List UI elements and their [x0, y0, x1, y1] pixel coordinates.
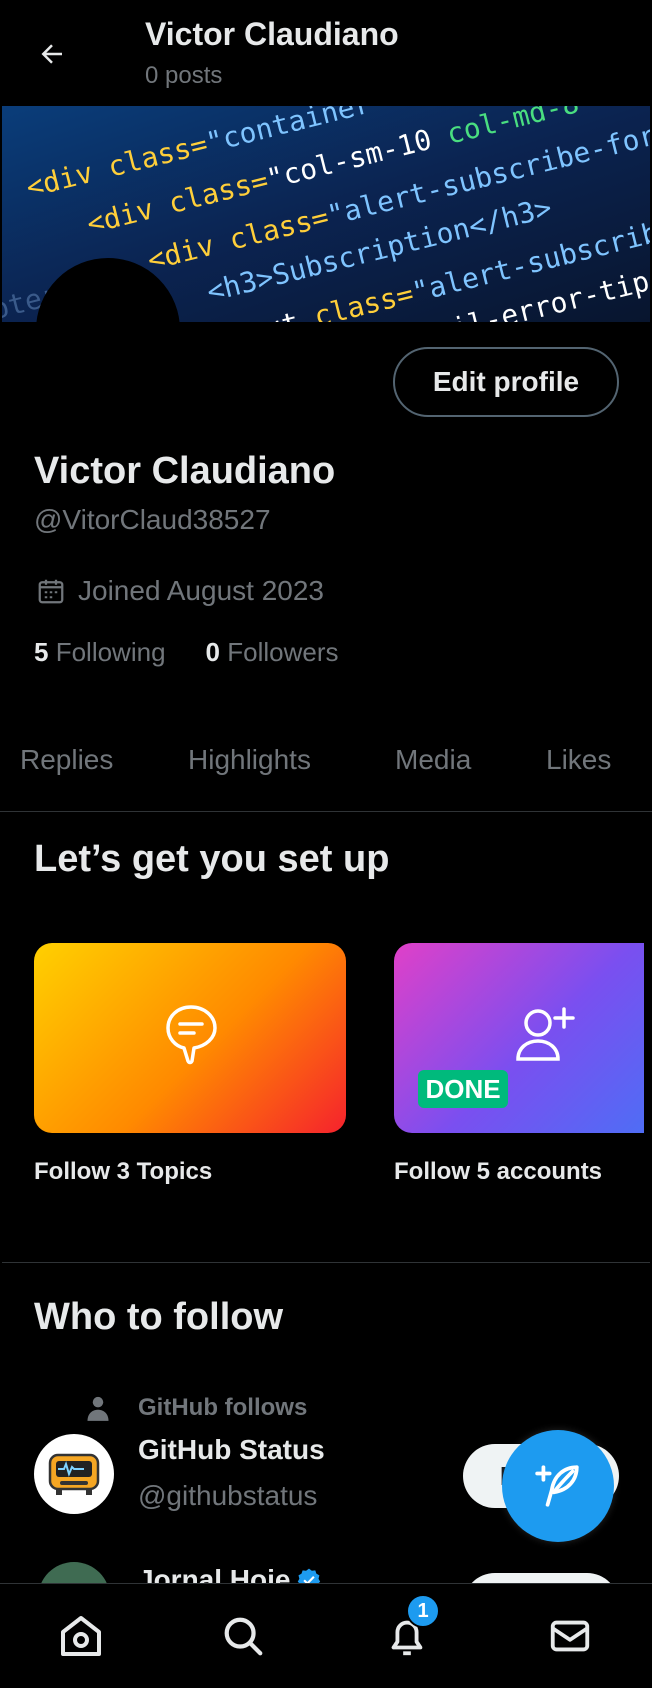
person-icon [84, 1394, 112, 1427]
nav-search[interactable] [207, 1600, 279, 1672]
follow-stats: 5 Following 0 Followers [34, 637, 338, 668]
calendar-icon [38, 579, 64, 604]
follow-topics-card[interactable] [34, 943, 346, 1133]
edit-profile-button[interactable]: Edit profile [393, 347, 619, 417]
following-count: 5 [34, 637, 49, 667]
feather-plus-icon [535, 1465, 579, 1507]
arrow-left-icon [41, 44, 62, 64]
header-title: Victor Claudiano [145, 16, 399, 52]
bottom-navigation: 1 [0, 1583, 652, 1688]
search-icon [224, 1617, 263, 1656]
follow-accounts-label: Follow 5 accounts [394, 1158, 603, 1185]
nav-home[interactable] [45, 1600, 117, 1672]
github-status-avatar[interactable] [34, 1434, 114, 1514]
social-context-text: GitHub follows [138, 1394, 308, 1421]
follow-accounts-card[interactable]: DONE [394, 943, 644, 1133]
setup-section-title: Let’s get you set up [34, 838, 390, 880]
home-icon [61, 1616, 101, 1656]
joined-date-text: Joined August 2023 [78, 575, 324, 606]
topic-bubble-icon [164, 1003, 218, 1067]
following-label: Following [55, 637, 166, 667]
back-button[interactable] [30, 32, 74, 76]
joined-date: Joined August 2023 [36, 575, 324, 607]
follow-topics-label: Follow 3 Topics [34, 1158, 213, 1185]
tab-media[interactable]: Media [395, 728, 471, 792]
profile-avatar[interactable] [36, 258, 180, 402]
messages-icon [550, 1620, 590, 1652]
followers-count: 0 [205, 637, 220, 667]
notification-count-badge: 1 [406, 1594, 440, 1628]
following-link[interactable]: 5 Following [34, 637, 166, 668]
compose-post-button[interactable] [502, 1430, 614, 1542]
nav-messages[interactable] [534, 1600, 606, 1672]
suggestion-handle: @githubstatus [138, 1480, 318, 1511]
who-to-follow-title: Who to follow [34, 1296, 284, 1338]
person-add-icon [514, 1005, 578, 1065]
followers-link[interactable]: 0 Followers [206, 637, 339, 668]
profile-display-name: Victor Claudiano [34, 450, 336, 492]
profile-tabs: Replies Highlights Media Likes [0, 728, 652, 812]
done-badge: DONE [418, 1070, 508, 1108]
header-post-count: 0 posts [145, 62, 223, 89]
top-app-bar: Victor Claudiano 0 posts [0, 0, 652, 106]
suggestion-name[interactable]: GitHub Status [138, 1434, 325, 1466]
tab-likes[interactable]: Likes [546, 728, 611, 792]
followers-label: Followers [227, 637, 339, 667]
section-divider [2, 1262, 650, 1263]
status-monitor-icon [48, 1453, 100, 1495]
tab-highlights[interactable]: Highlights [188, 728, 311, 792]
profile-handle: @VitorClaud38527 [34, 504, 271, 535]
tab-replies[interactable]: Replies [20, 728, 113, 792]
